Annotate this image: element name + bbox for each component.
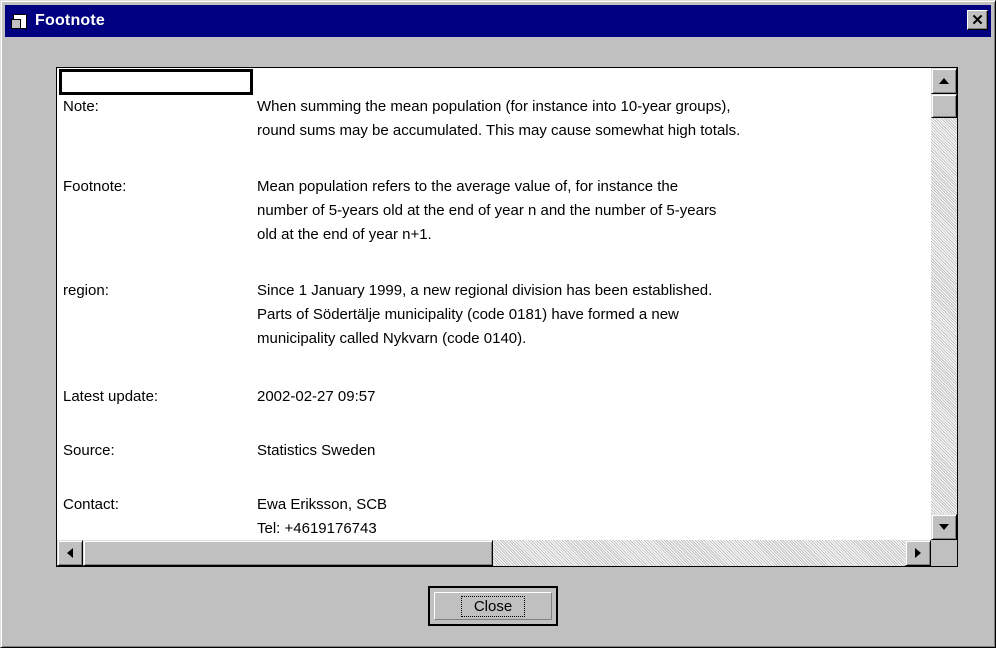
- row-label: Source:: [63, 442, 115, 459]
- arrow-left-icon: [67, 548, 73, 558]
- arrow-right-icon: [915, 548, 921, 558]
- footnote-dialog: Footnote ✕ Note: When summing the mean p…: [0, 0, 996, 648]
- value-line: old at the end of year n+1.: [257, 226, 432, 243]
- row-value: Since 1 January 1999, a new regional div…: [257, 279, 712, 351]
- row-value: When summing the mean population (for in…: [257, 95, 740, 143]
- value-line: municipality called Nykvarn (code 0140).: [257, 330, 527, 347]
- scrollbar-corner: [931, 540, 957, 566]
- scroll-up-button[interactable]: [931, 68, 957, 94]
- value-line: number of 5-years old at the end of year…: [257, 202, 717, 219]
- row-value: 2002-02-27 09:57: [257, 385, 375, 409]
- arrow-up-icon: [939, 78, 949, 84]
- value-line: 2002-02-27 09:57: [257, 388, 376, 405]
- horizontal-scroll-thumb[interactable]: [83, 540, 493, 566]
- value-line: When summing the mean population (for in…: [257, 98, 731, 115]
- close-window-button[interactable]: ✕: [967, 10, 988, 30]
- row-label: Footnote:: [63, 178, 127, 195]
- close-button-face: Close: [434, 592, 552, 620]
- close-button-label: Close: [460, 595, 526, 617]
- row-label: Contact:: [63, 496, 119, 513]
- value-line: Mean population refers to the average va…: [257, 178, 679, 195]
- row-value: Mean population refers to the average va…: [257, 175, 716, 247]
- scroll-right-button[interactable]: [905, 540, 931, 566]
- footnote-grid[interactable]: Note: When summing the mean population (…: [56, 67, 958, 567]
- vertical-scroll-thumb[interactable]: [931, 94, 957, 118]
- row-label: region:: [63, 282, 109, 299]
- value-line: Since 1 January 1999, a new regional div…: [257, 282, 713, 299]
- app-icon: [11, 13, 29, 29]
- value-line: Parts of Södertälje municipality (code 0…: [257, 306, 679, 323]
- value-line: Tel: +4619176743: [257, 520, 377, 537]
- window-title: Footnote: [35, 12, 106, 29]
- horizontal-scrollbar[interactable]: [57, 540, 931, 566]
- grid-header-cell[interactable]: [59, 69, 253, 95]
- title-bar[interactable]: Footnote ✕: [5, 5, 991, 37]
- row-value: Ewa Eriksson, SCB Tel: +4619176743: [257, 493, 387, 541]
- value-line: Ewa Eriksson, SCB: [257, 496, 388, 513]
- vertical-scrollbar[interactable]: [931, 68, 957, 540]
- row-value: Statistics Sweden: [257, 439, 375, 463]
- value-line: round sums may be accumulated. This may …: [257, 122, 741, 139]
- close-button[interactable]: Close: [428, 586, 558, 626]
- row-label: Note:: [63, 98, 99, 115]
- value-line: Statistics Sweden: [257, 442, 376, 459]
- scroll-down-button[interactable]: [931, 514, 957, 540]
- close-icon: ✕: [971, 11, 984, 29]
- arrow-down-icon: [939, 524, 949, 530]
- grid-content: Note: When summing the mean population (…: [57, 68, 929, 538]
- scroll-left-button[interactable]: [57, 540, 83, 566]
- row-label: Latest update:: [63, 388, 159, 405]
